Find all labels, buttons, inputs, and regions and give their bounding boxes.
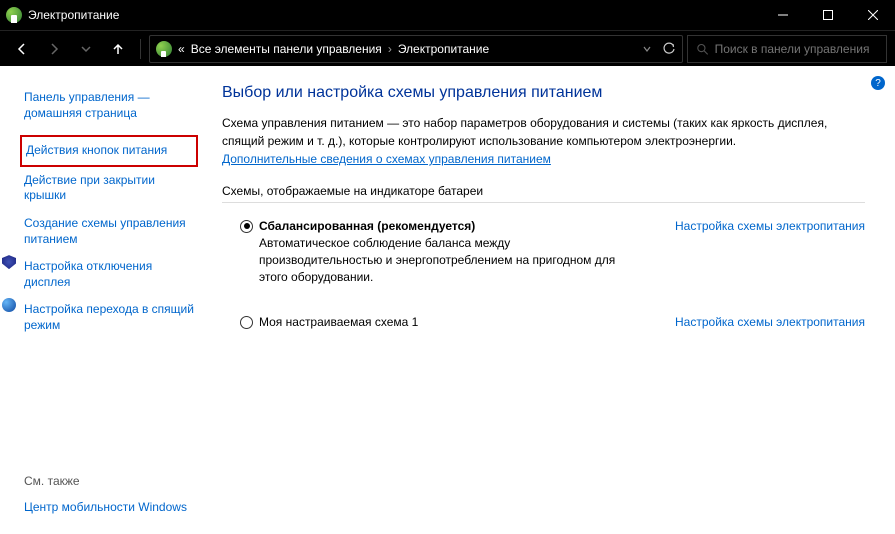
chevron-down-icon[interactable] — [642, 44, 652, 54]
recent-dropdown[interactable] — [72, 35, 100, 63]
more-info-link[interactable]: Дополнительные сведения о схемах управле… — [222, 152, 551, 166]
minimize-button[interactable] — [760, 0, 805, 30]
sidebar-link-lid-close[interactable]: Действие при закрытии крышки — [20, 167, 198, 210]
scheme-radio-balanced[interactable] — [240, 220, 253, 233]
page-description: Схема управления питанием — это набор па… — [222, 114, 865, 150]
breadcrumb-current[interactable]: Электропитание — [398, 42, 489, 56]
titlebar: Электропитание — [0, 0, 895, 30]
scheme-radio-custom[interactable] — [240, 316, 253, 329]
address-bar[interactable]: « Все элементы панели управления › Элект… — [149, 35, 683, 63]
power-scheme-row: Сбалансированная (рекомендуется) Автомат… — [222, 215, 865, 289]
scheme-settings-link[interactable]: Настройка схемы электропитания — [675, 315, 865, 329]
shield-icon — [2, 255, 16, 269]
sidebar-link-power-buttons[interactable]: Действия кнопок питания — [20, 135, 198, 167]
close-button[interactable] — [850, 0, 895, 30]
help-icon[interactable]: ? — [871, 76, 885, 90]
scheme-name: Сбалансированная (рекомендуется) — [259, 219, 475, 233]
power-options-icon — [156, 41, 172, 57]
back-button[interactable] — [8, 35, 36, 63]
page-heading: Выбор или настройка схемы управления пит… — [222, 84, 865, 102]
main-content: Выбор или настройка схемы управления пит… — [210, 66, 895, 534]
see-also-label: См. также — [20, 468, 198, 494]
chevron-right-icon[interactable]: › — [388, 42, 392, 56]
scheme-name: Моя настраиваемая схема 1 — [259, 315, 418, 329]
search-input[interactable] — [715, 42, 878, 56]
refresh-icon[interactable] — [662, 42, 676, 56]
up-button[interactable] — [104, 35, 132, 63]
power-options-icon — [6, 7, 22, 23]
search-box[interactable] — [687, 35, 887, 63]
scheme-settings-link[interactable]: Настройка схемы электропитания — [675, 219, 865, 233]
globe-icon — [2, 298, 16, 312]
breadcrumb-prefix: « — [178, 42, 185, 56]
forward-button[interactable] — [40, 35, 68, 63]
schemes-section-header: Схемы, отображаемые на индикаторе батаре… — [222, 184, 865, 203]
sidebar: Панель управления — домашняя страница Де… — [0, 66, 210, 534]
window-title: Электропитание — [28, 8, 119, 22]
breadcrumb-parent[interactable]: Все элементы панели управления — [191, 42, 382, 56]
power-scheme-row: Моя настраиваемая схема 1 Настройка схем… — [222, 311, 865, 333]
sidebar-link-display-off[interactable]: Настройка отключения дисплея — [20, 253, 198, 296]
sidebar-link-sleep[interactable]: Настройка перехода в спящий режим — [20, 296, 198, 339]
navbar: « Все элементы панели управления › Элект… — [0, 30, 895, 66]
maximize-button[interactable] — [805, 0, 850, 30]
search-icon — [696, 42, 709, 56]
scheme-description: Автоматическое соблюдение баланса между … — [259, 235, 629, 285]
sidebar-link-create-plan[interactable]: Создание схемы управления питанием — [20, 210, 198, 253]
mobility-center-link[interactable]: Центр мобильности Windows — [20, 494, 198, 522]
control-panel-home-link[interactable]: Панель управления — домашняя страница — [20, 84, 198, 127]
